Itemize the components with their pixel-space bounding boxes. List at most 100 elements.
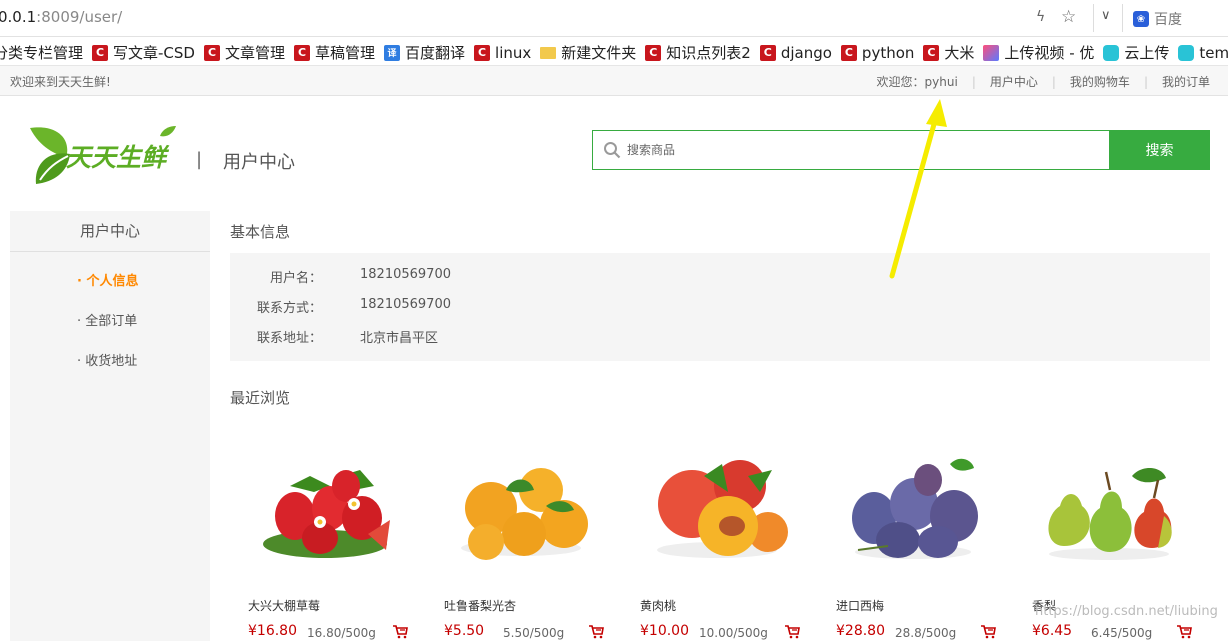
- bookmarks-bar: 分类专栏管理 写文章-CSD 文章管理 草稿管理 百度翻译 linux 新建文件夹 知识点列表…: [0, 37, 1228, 66]
- info-row-username: 用户名： 18210569700: [230, 267, 1210, 287]
- chevron-down-icon[interactable]: ∨: [1101, 8, 1111, 23]
- search-icon: [604, 142, 621, 159]
- divider: |: [1051, 74, 1056, 89]
- baidu-paw-icon: ❀: [1133, 11, 1149, 27]
- product-card[interactable]: 黄肉桃 ¥10.00 10.00/500g: [622, 436, 802, 641]
- product-unit-price: 5.50/500g: [503, 626, 565, 640]
- csdn-icon: [645, 44, 662, 61]
- bookmark-label: 分类专栏管理: [0, 44, 84, 62]
- cloud-icon: [1103, 44, 1120, 61]
- greeting-label: 欢迎您：: [876, 75, 925, 89]
- product-name[interactable]: 黄肉桃: [640, 597, 676, 614]
- logo-text: 天天生鲜: [66, 143, 167, 172]
- bookmark-item[interactable]: 知识点列表2: [645, 42, 751, 63]
- csdn-icon: [840, 44, 857, 61]
- peach-image[interactable]: [642, 446, 792, 566]
- lightning-icon[interactable]: ϟ: [1036, 9, 1045, 25]
- bookmark-label: 知识点列表2: [666, 44, 751, 62]
- csdn-icon: [923, 44, 940, 61]
- browser-address-bar[interactable]: 0.0.1:8009/user/ ϟ ☆ ∨ ❀ 百度: [0, 0, 1228, 37]
- bookmark-item[interactable]: 百度翻译: [384, 42, 465, 63]
- video-icon: [983, 44, 1000, 61]
- my-cart-link[interactable]: 我的购物车: [1070, 73, 1130, 90]
- bookmark-item[interactable]: python: [840, 42, 915, 63]
- csdn-icon: [203, 44, 220, 61]
- product-name[interactable]: 吐鲁番梨光杏: [444, 597, 516, 614]
- search-button[interactable]: 搜索: [1109, 130, 1210, 170]
- product-price: ¥10.00: [640, 623, 689, 639]
- info-value: 北京市昌平区: [360, 331, 439, 346]
- header-separator: |: [196, 149, 203, 170]
- add-to-cart-icon[interactable]: [392, 625, 408, 639]
- star-icon[interactable]: ☆: [1061, 7, 1076, 27]
- page-title: 用户中心: [223, 152, 295, 173]
- bookmark-item[interactable]: 新建文件夹: [540, 42, 636, 63]
- add-to-cart-icon[interactable]: [980, 625, 996, 639]
- csdn-icon: [92, 44, 109, 61]
- bookmark-item[interactable]: 云上传: [1103, 42, 1169, 63]
- basic-info-panel: 用户名： 18210569700 联系方式： 18210569700 联系地址：…: [230, 253, 1210, 361]
- info-row-phone: 联系方式： 18210569700: [230, 297, 1210, 317]
- url-text[interactable]: 0.0.1:8009/user/: [0, 8, 122, 26]
- search-engine-selector[interactable]: ❀ 百度: [1133, 9, 1182, 29]
- product-unit-price: 10.00/500g: [699, 626, 768, 640]
- bookmark-item[interactable]: tem: [1178, 42, 1228, 63]
- bookmark-item[interactable]: linux: [474, 42, 531, 63]
- info-value: 18210569700: [360, 267, 451, 282]
- product-name[interactable]: 进口西梅: [836, 597, 884, 614]
- csdn-icon: [759, 44, 776, 61]
- product-card[interactable]: 进口西梅 ¥28.80 28.8/500g: [818, 436, 998, 641]
- user-center-link[interactable]: 用户中心: [990, 73, 1038, 90]
- info-label: 联系地址：: [256, 331, 322, 346]
- bookmark-item[interactable]: 草稿管理: [294, 42, 375, 63]
- strawberry-image[interactable]: [250, 446, 400, 566]
- bookmark-label: django: [780, 43, 832, 62]
- bookmark-label: 百度翻译: [405, 44, 466, 62]
- sidebar-title: 用户中心: [10, 211, 210, 252]
- bookmark-label: 草稿管理: [315, 44, 376, 62]
- bookmark-item[interactable]: 上传视频 - 优: [983, 42, 1094, 63]
- bookmark-label: linux: [495, 43, 532, 62]
- apricot-image[interactable]: [446, 446, 596, 566]
- cloud-icon: [1178, 44, 1195, 61]
- bookmark-label: tem: [1199, 43, 1228, 62]
- bookmark-item[interactable]: django: [759, 42, 832, 63]
- bookmark-item[interactable]: 写文章-CSD: [92, 42, 195, 63]
- bookmark-label: 大米: [944, 44, 975, 62]
- product-price: ¥5.50: [444, 623, 485, 639]
- bookmark-label: python: [861, 43, 915, 62]
- pear-image[interactable]: [1034, 446, 1184, 566]
- bookmark-label: 上传视频 - 优: [1004, 44, 1095, 62]
- sidebar-menu: · 个人信息 · 全部订单 · 收货地址: [10, 252, 210, 391]
- divider: |: [1143, 74, 1148, 89]
- bookmark-item[interactable]: 分类专栏管理: [0, 42, 83, 63]
- site-topbar: 欢迎来到天天生鲜! 欢迎您： pyhui | 用户中心 | 我的购物车 | 我的…: [0, 66, 1228, 96]
- url-path: :8009/user/: [36, 8, 123, 26]
- product-unit-price: 16.80/500g: [307, 626, 376, 640]
- my-orders-link[interactable]: 我的订单: [1162, 73, 1210, 90]
- search-engine-label: 百度: [1154, 12, 1182, 28]
- welcome-text: 欢迎来到天天生鲜!: [10, 75, 111, 89]
- watermark: https://blog.csdn.net/liubing: [1035, 604, 1218, 619]
- username: pyhui: [924, 74, 958, 89]
- product-name[interactable]: 大兴大棚草莓: [248, 597, 320, 614]
- search-input[interactable]: [627, 131, 1097, 169]
- bookmark-item[interactable]: 文章管理: [203, 42, 285, 63]
- add-to-cart-icon[interactable]: [784, 625, 800, 639]
- product-price: ¥6.45: [1032, 623, 1073, 639]
- sidebar-item-orders[interactable]: · 全部订单: [10, 311, 210, 351]
- sidebar-item-addresses[interactable]: · 收货地址: [10, 351, 210, 391]
- bookmark-item[interactable]: 大米: [923, 42, 974, 63]
- bookmark-label: 云上传: [1124, 44, 1170, 62]
- product-unit-price: 28.8/500g: [895, 626, 957, 640]
- basic-info-title: 基本信息: [230, 223, 291, 241]
- sidebar-item-profile[interactable]: · 个人信息: [10, 271, 210, 311]
- add-to-cart-icon[interactable]: [588, 625, 604, 639]
- url-host: 0.0.1: [0, 8, 37, 26]
- product-card[interactable]: 大兴大棚草莓 ¥16.80 16.80/500g: [230, 436, 410, 641]
- product-card[interactable]: 吐鲁番梨光杏 ¥5.50 5.50/500g: [426, 436, 606, 641]
- add-to-cart-icon[interactable]: [1176, 625, 1192, 639]
- product-price: ¥28.80: [836, 623, 885, 639]
- plum-image[interactable]: [838, 446, 988, 566]
- info-label: 联系方式：: [256, 301, 322, 316]
